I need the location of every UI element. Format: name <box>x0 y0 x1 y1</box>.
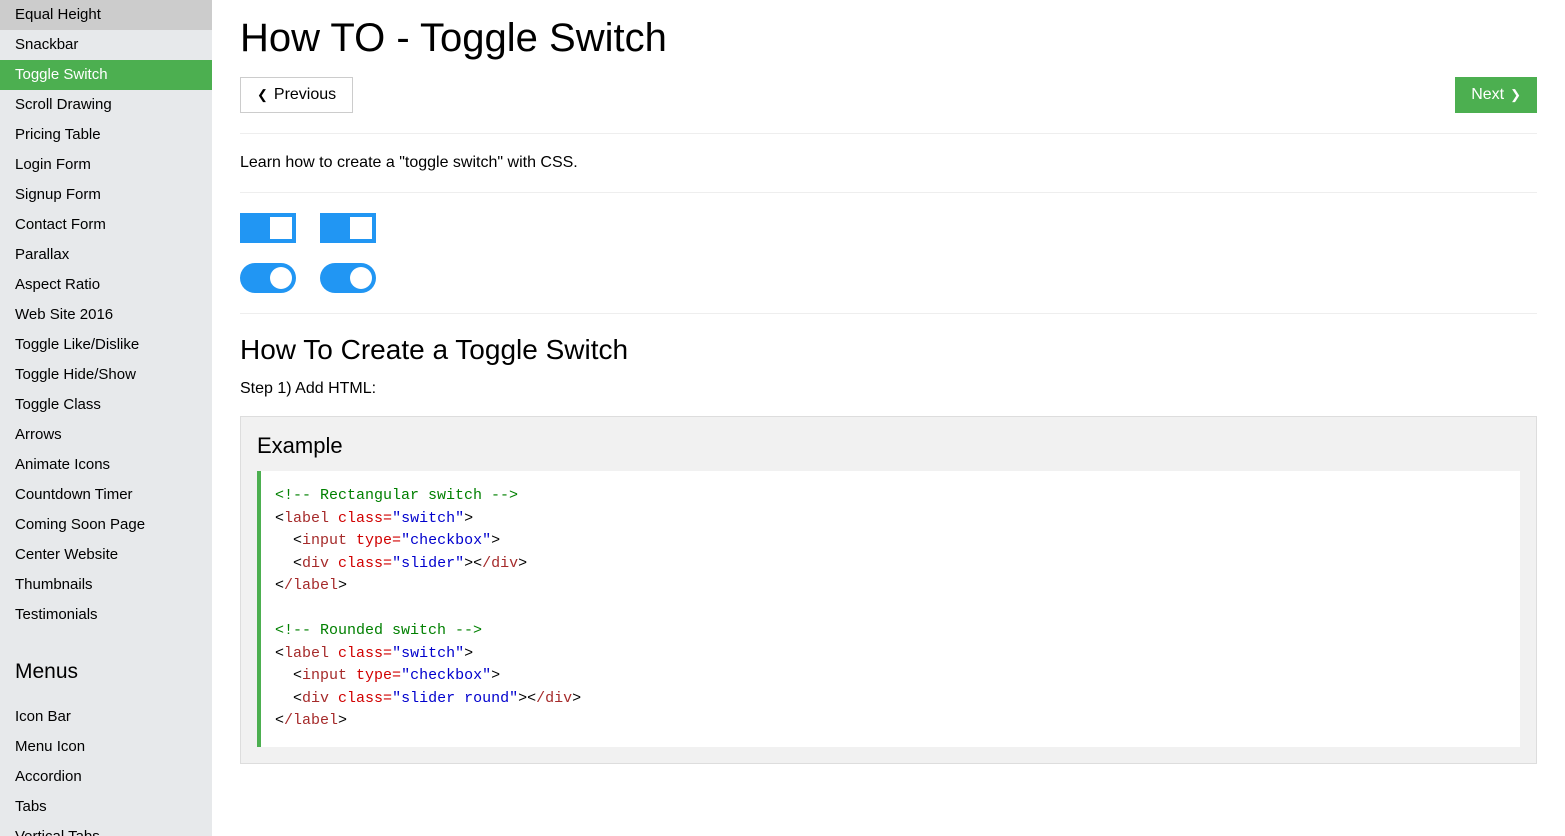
sidebar-item[interactable]: Accordion <box>0 762 212 792</box>
step-label: Step 1) Add HTML: <box>240 380 1537 398</box>
toggle-switch-rect-on[interactable] <box>320 213 376 243</box>
sidebar-item[interactable]: Thumbnails <box>0 570 212 600</box>
sidebar-item[interactable]: Signup Form <box>0 180 212 210</box>
chevron-left-icon: ❮ <box>257 87 268 103</box>
sidebar-item[interactable]: Parallax <box>0 240 212 270</box>
sidebar-item[interactable]: Login Form <box>0 150 212 180</box>
sidebar-item[interactable]: Tabs <box>0 792 212 822</box>
sidebar-item[interactable]: Snackbar <box>0 30 212 60</box>
example-box: Example <!-- Rectangular switch --> <lab… <box>240 416 1537 764</box>
toggle-switch-rect-off[interactable] <box>240 213 296 243</box>
sidebar-item[interactable]: Vertical Tabs <box>0 822 212 836</box>
sidebar-item[interactable]: Countdown Timer <box>0 480 212 510</box>
sidebar-item[interactable]: Toggle Like/Dislike <box>0 330 212 360</box>
toggle-switch-round-on[interactable] <box>320 263 376 293</box>
prev-button[interactable]: ❮Previous <box>240 77 353 113</box>
sidebar-section-heading: Menus <box>0 642 212 688</box>
sidebar-item[interactable]: Contact Form <box>0 210 212 240</box>
example-heading: Example <box>257 433 1520 459</box>
sidebar-item[interactable]: Aspect Ratio <box>0 270 212 300</box>
chevron-right-icon: ❯ <box>1510 87 1521 103</box>
sidebar-item[interactable]: Pricing Table <box>0 120 212 150</box>
sidebar-item[interactable]: Toggle Switch <box>0 60 212 90</box>
sidebar-item[interactable]: Center Website <box>0 540 212 570</box>
sidebar[interactable]: Equal HeightSnackbarToggle SwitchScroll … <box>0 0 212 836</box>
section-title: How To Create a Toggle Switch <box>240 334 1537 366</box>
main-content: How TO - Toggle Switch ❮Previous Next❯ L… <box>212 0 1565 836</box>
sidebar-item[interactable]: Equal Height <box>0 0 212 30</box>
sidebar-item[interactable]: Coming Soon Page <box>0 510 212 540</box>
divider <box>240 133 1537 134</box>
sidebar-item[interactable]: Toggle Class <box>0 390 212 420</box>
sidebar-item[interactable]: Icon Bar <box>0 702 212 732</box>
sidebar-item[interactable]: Testimonials <box>0 600 212 630</box>
sidebar-item[interactable]: Arrows <box>0 420 212 450</box>
sidebar-item[interactable]: Web Site 2016 <box>0 300 212 330</box>
sidebar-item[interactable]: Menu Icon <box>0 732 212 762</box>
code-block: <!-- Rectangular switch --> <label class… <box>257 471 1520 747</box>
page-title: How TO - Toggle Switch <box>240 16 1537 61</box>
sidebar-item[interactable]: Animate Icons <box>0 450 212 480</box>
divider <box>240 313 1537 314</box>
sidebar-item[interactable]: Scroll Drawing <box>0 90 212 120</box>
intro-text: Learn how to create a "toggle switch" wi… <box>240 154 1537 172</box>
toggle-switch-round-off[interactable] <box>240 263 296 293</box>
sidebar-item[interactable]: Toggle Hide/Show <box>0 360 212 390</box>
next-button[interactable]: Next❯ <box>1455 77 1537 113</box>
divider <box>240 192 1537 193</box>
